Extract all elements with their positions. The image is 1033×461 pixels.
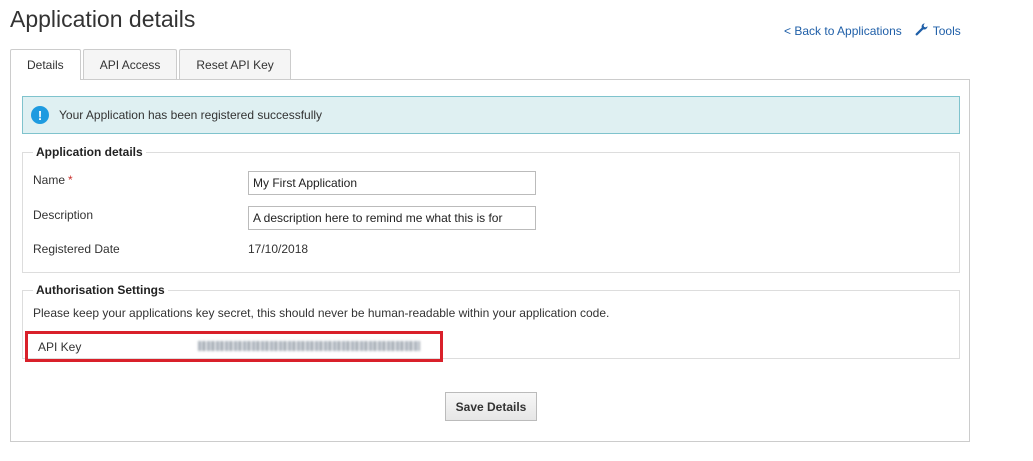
page-title: Application details: [10, 6, 196, 32]
application-details-section: Application details Name* Description Re…: [22, 145, 960, 273]
application-details-legend: Application details: [33, 145, 146, 159]
tools-label: Tools: [932, 24, 961, 38]
top-links: < Back to Applications Tools: [784, 22, 961, 40]
description-input[interactable]: [248, 206, 536, 230]
tab-api-access[interactable]: API Access: [82, 49, 178, 79]
api-key-highlight: API Key: [25, 331, 443, 362]
wrench-icon: [914, 22, 929, 40]
name-label: Name *: [33, 173, 73, 187]
api-key-value-redacted: [198, 341, 420, 351]
tools-button[interactable]: Tools: [914, 22, 961, 40]
description-label: Description: [33, 208, 94, 222]
save-details-button[interactable]: Save Details: [445, 392, 537, 421]
back-to-applications-link[interactable]: < Back to Applications: [784, 24, 902, 38]
registered-date-value: 17/10/2018: [248, 242, 309, 256]
alert-message: Your Application has been registered suc…: [59, 108, 323, 122]
tab-bar: Details API Access Reset API Key: [10, 49, 291, 80]
name-input[interactable]: [248, 171, 536, 195]
info-icon: !: [31, 106, 49, 124]
api-key-label: API Key: [38, 340, 82, 354]
registered-date-label: Registered Date: [33, 242, 120, 256]
authorisation-settings-section: Authorisation Settings Please keep your …: [22, 283, 960, 362]
required-marker: *: [68, 173, 73, 187]
tab-details[interactable]: Details: [10, 49, 81, 80]
details-panel: ! Your Application has been registered s…: [10, 79, 970, 442]
tab-reset-api-key[interactable]: Reset API Key: [179, 49, 291, 79]
success-alert: ! Your Application has been registered s…: [22, 96, 960, 134]
authorisation-settings-legend: Authorisation Settings: [33, 283, 168, 297]
api-key-info-text: Please keep your applications key secret…: [33, 306, 610, 320]
